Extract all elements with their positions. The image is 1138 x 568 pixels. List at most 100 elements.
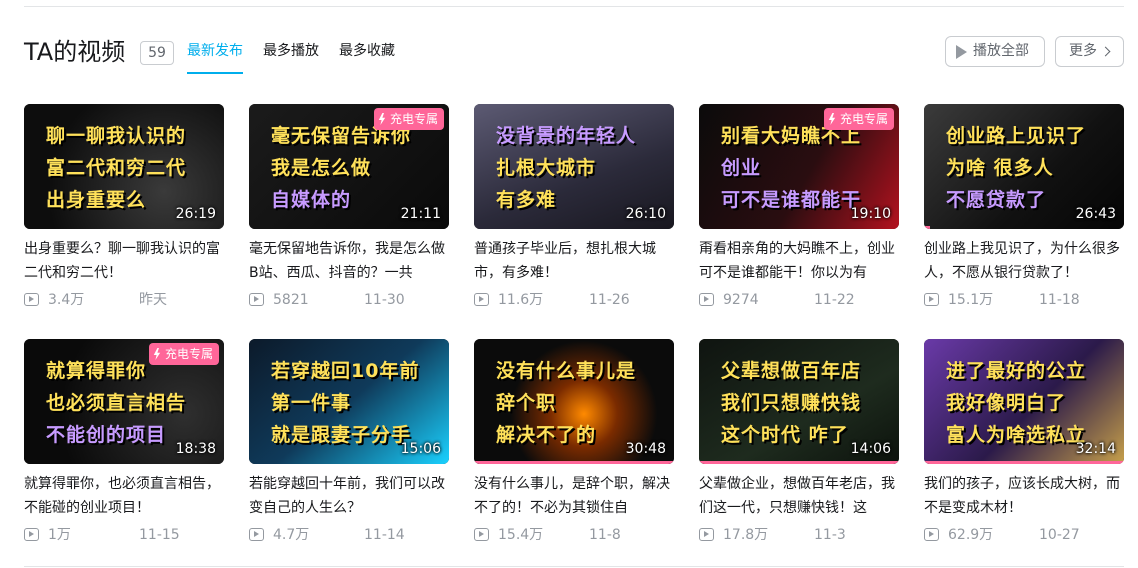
video-duration: 32:14 [1075,441,1116,457]
play-count-icon [924,528,939,541]
video-meta: 15.4万 11-8 [474,525,674,545]
publish-date: 10-27 [1039,527,1080,543]
video-thumbnail[interactable]: 没有什么事儿是 辞个职 解决不了的 30:48 [474,339,674,464]
video-title[interactable]: 毫无保留地告诉你，我是怎么做B站、西瓜、抖音的？一共 [249,237,449,285]
thumb-caption: 没有什么事儿是 辞个职 解决不了的 [496,355,666,451]
video-title[interactable]: 父辈做企业，想做百年老店，我们这一代，只想赚快钱！这 [699,472,899,520]
video-meta: 62.9万 10-27 [924,525,1124,545]
video-thumbnail[interactable]: 没背景的年轻人 扎根大城市 有多难 26:10 [474,104,674,229]
publish-date: 11-15 [139,527,180,543]
watch-progress-bar [474,461,674,464]
video-meta: 5821 11-30 [249,290,449,310]
thumb-caption: 毫无保留告诉你 我是怎么做 自媒体的 [271,120,441,216]
badge-label: 充电专属 [839,112,888,126]
video-card[interactable]: 别看大妈瞧不上 创业 可不是谁都能干 充电专属 19:10 甭看相亲角的大妈瞧不上，… [699,104,899,314]
video-card[interactable]: 聊一聊我认识的 富二代和穷二代 出身重要么 26:19 出身重要么？聊一聊我认识的富… [24,104,224,314]
play-count: 11.6万 [498,292,544,308]
video-duration: 26:10 [625,206,666,222]
play-count-icon [474,293,489,306]
publish-date: 11-26 [589,292,630,308]
video-duration: 26:19 [175,206,216,222]
watch-progress-bar [924,226,930,229]
video-duration: 30:48 [625,441,666,457]
video-duration: 26:43 [1075,206,1116,222]
video-card[interactable]: 创业路上见识了 为啥 很多人 不愿贷款了 26:43 创业路上我见识了，为什么很多人… [924,104,1124,314]
charge-exclusive-badge: 充电专属 [823,108,894,130]
play-count: 15.4万 [498,527,544,543]
play-count: 17.8万 [723,527,769,543]
thumb-caption-line: 创业 [721,157,762,179]
video-thumbnail[interactable]: 创业路上见识了 为啥 很多人 不愿贷款了 26:43 [924,104,1124,229]
play-count-icon [249,528,264,541]
tab-most-favorited[interactable]: 最多收藏 [339,36,395,68]
video-card[interactable]: 就算得罪你 也必须直言相告 不能创的项目 充电专属 18:38 就算得罪你，也必须直… [24,339,224,549]
thumb-caption-line: 为啥 很多人 [946,157,1054,179]
play-count: 62.9万 [948,527,994,543]
tab-most-played[interactable]: 最多播放 [263,36,319,68]
thumb-caption-line: 没背景的年轻人 [496,125,637,147]
badge-label: 充电专属 [164,347,213,361]
play-all-button[interactable]: 播放全部 [945,36,1045,67]
video-card[interactable]: 没背景的年轻人 扎根大城市 有多难 26:10 普通孩子毕业后，想扎根大城市，有多难… [474,104,674,314]
video-card[interactable]: 若穿越回10年前 第一件事 就是跟妻子分手 15:06 若能穿越回十年前，我们可以改… [249,339,449,549]
play-count: 15.1万 [948,292,994,308]
video-meta: 15.1万 11-18 [924,290,1124,310]
charge-exclusive-badge: 充电专属 [373,108,444,130]
video-thumbnail[interactable]: 别看大妈瞧不上 创业 可不是谁都能干 充电专属 19:10 [699,104,899,229]
video-thumbnail[interactable]: 进了最好的公立 我好像明白了 富人为啥选私立 32:14 [924,339,1124,464]
section-title: TA的视频 [24,38,126,66]
thumb-caption: 聊一聊我认识的 富二代和穷二代 出身重要么 [46,120,216,216]
video-card[interactable]: 毫无保留告诉你 我是怎么做 自媒体的 充电专属 21:11 毫无保留地告诉你，我是怎… [249,104,449,314]
video-title[interactable]: 甭看相亲角的大妈瞧不上，创业可不是谁都能干！你以为有 [699,237,899,285]
thumb-caption-line: 也必须直言相告 [46,392,187,414]
publish-date: 11-22 [814,292,855,308]
lightning-icon [828,113,836,125]
play-count: 1万 [48,527,71,543]
video-card[interactable]: 进了最好的公立 我好像明白了 富人为啥选私立 32:14 我们的孩子，应该长成大树，… [924,339,1124,549]
play-count: 9274 [723,292,759,308]
more-label: 更多 [1069,43,1097,59]
video-thumbnail[interactable]: 若穿越回10年前 第一件事 就是跟妻子分手 15:06 [249,339,449,464]
video-title[interactable]: 出身重要么？聊一聊我认识的富二代和穷二代！ [24,237,224,285]
charge-exclusive-badge: 充电专属 [148,343,219,365]
lightning-icon [153,348,161,360]
tab-latest[interactable]: 最新发布 [187,36,243,74]
video-title[interactable]: 我们的孩子，应该长成大树，而不是变成木材！ [924,472,1124,520]
play-count: 5821 [273,292,309,308]
video-duration: 15:06 [400,441,441,457]
thumb-caption-line: 进了最好的公立 [946,360,1087,382]
thumb-caption-line: 辞个职 [496,392,557,414]
thumb-caption-line: 没有什么事儿是 [496,360,637,382]
badge-label: 充电专属 [389,112,438,126]
video-title[interactable]: 普通孩子毕业后，想扎根大城市，有多难！ [474,237,674,285]
video-title[interactable]: 没有什么事儿，是辞个职，解决不了的！不必为其锁住自 [474,472,674,520]
video-card[interactable]: 没有什么事儿是 辞个职 解决不了的 30:48 没有什么事儿，是辞个职，解决不了的！… [474,339,674,549]
play-count-icon [24,528,39,541]
play-count-icon [699,528,714,541]
video-meta: 4.7万 11-14 [249,525,449,545]
thumb-caption-line: 创业路上见识了 [946,125,1087,147]
thumb-caption: 进了最好的公立 我好像明白了 富人为啥选私立 [946,355,1116,451]
thumb-caption-line: 第一件事 [271,392,352,414]
thumb-caption: 若穿越回10年前 第一件事 就是跟妻子分手 [271,355,441,451]
video-duration: 19:10 [850,206,891,222]
publish-date: 昨天 [139,292,167,308]
video-thumbnail[interactable]: 父辈想做百年店 我们只想赚快钱 这个时代 咋了 14:06 [699,339,899,464]
publish-date: 11-30 [364,292,405,308]
thumb-caption-line: 我好像明白了 [946,392,1067,414]
bottom-divider [24,566,1124,567]
video-title[interactable]: 创业路上我见识了，为什么很多人，不愿从银行贷款了！ [924,237,1124,285]
video-thumbnail[interactable]: 毫无保留告诉你 我是怎么做 自媒体的 充电专属 21:11 [249,104,449,229]
video-thumbnail[interactable]: 就算得罪你 也必须直言相告 不能创的项目 充电专属 18:38 [24,339,224,464]
video-thumbnail[interactable]: 聊一聊我认识的 富二代和穷二代 出身重要么 26:19 [24,104,224,229]
publish-date: 11-3 [814,527,846,543]
thumb-caption: 父辈想做百年店 我们只想赚快钱 这个时代 咋了 [721,355,891,451]
video-duration: 21:11 [400,206,441,222]
video-card[interactable]: 父辈想做百年店 我们只想赚快钱 这个时代 咋了 14:06 父辈做企业，想做百年老店… [699,339,899,549]
thumb-caption: 没背景的年轻人 扎根大城市 有多难 [496,120,666,216]
video-title[interactable]: 就算得罪你，也必须直言相告，不能碰的创业项目！ [24,472,224,520]
video-title[interactable]: 若能穿越回十年前，我们可以改变自己的人生么？ [249,472,449,520]
video-meta: 11.6万 11-26 [474,290,674,310]
more-button[interactable]: 更多 [1055,36,1124,67]
top-divider [24,6,1124,7]
